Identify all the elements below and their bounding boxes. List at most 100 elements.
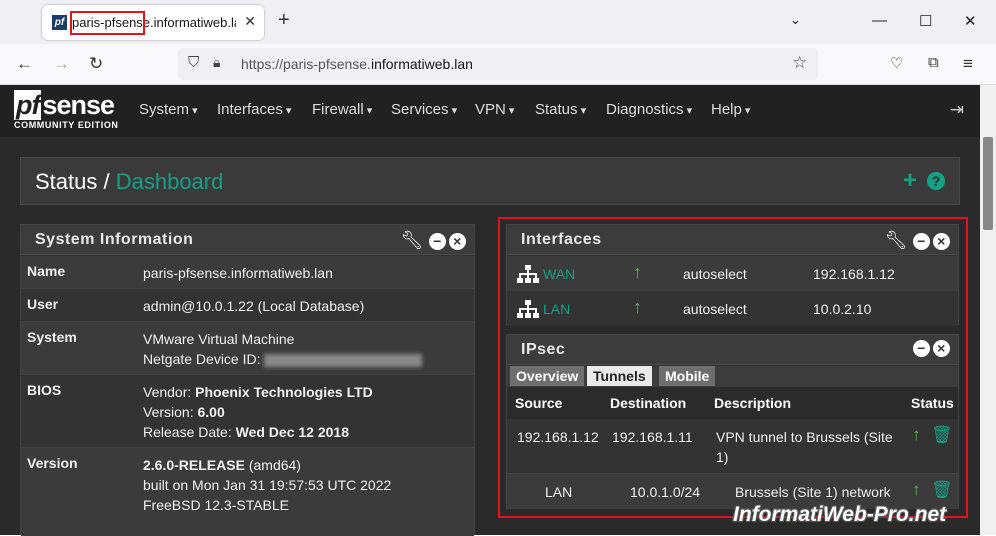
tab-mobile[interactable]: Mobile	[659, 366, 716, 386]
logo-sense: sense	[42, 90, 115, 120]
extensions-icon[interactable]: ⧉	[928, 54, 939, 71]
logo-pf: pf	[14, 90, 42, 120]
back-icon[interactable]: ←	[16, 54, 33, 74]
connect-icon[interactable]: ↑	[912, 480, 921, 500]
url-text[interactable]: https://paris-pfsense.informatiweb.lan	[241, 56, 473, 72]
row-value: paris-pfsense.informatiweb.lan	[143, 265, 333, 281]
dashboard-content: Status / Dashboard + ? System Informatio…	[0, 137, 980, 536]
network-icon	[517, 300, 539, 318]
minimize-panel-icon[interactable]: −	[429, 233, 446, 250]
new-tab-button[interactable]: +	[278, 9, 290, 32]
trash-icon[interactable]: 🗑︎	[931, 480, 953, 500]
tab-title-highlight	[70, 11, 145, 35]
help-icon[interactable]: ?	[927, 172, 945, 190]
menu-interfaces[interactable]: Interfaces	[217, 101, 291, 118]
lock-icon[interactable]: 🔒︎	[213, 54, 220, 71]
url-prefix: https://paris-pfsense.	[241, 56, 371, 72]
browser-tab[interactable]: pf paris-pfsense.informatiweb.lan ✕	[42, 5, 264, 40]
browser-nav-bar: ← → ↻ ⛉ 🔒︎ https://paris-pfsense.informa…	[0, 44, 996, 85]
url-domain: informatiweb.lan	[370, 56, 473, 72]
row-label: System	[27, 329, 77, 345]
reload-icon[interactable]: ↻	[89, 54, 103, 74]
interface-media: autoselect	[683, 301, 747, 317]
interface-ip: 192.168.1.12	[813, 266, 895, 282]
row-label: Version	[27, 455, 78, 471]
menu-status[interactable]: Status	[535, 101, 586, 118]
pfsense-logo[interactable]: pf sense COMMUNITY EDITION	[14, 90, 119, 130]
minimize-panel-icon[interactable]: −	[913, 340, 930, 357]
tunnel-description: VPN tunnel to Brussels (Site 1)	[716, 429, 893, 465]
network-icon	[517, 265, 539, 283]
close-window-icon[interactable]: ✕	[964, 12, 977, 30]
forward-icon[interactable]: →	[53, 54, 70, 74]
scrollbar-thumb[interactable]	[983, 137, 993, 230]
interface-row-lan: LAN ↑ autoselect 10.0.2.10	[507, 291, 958, 326]
logout-icon[interactable]: ⇥	[950, 100, 964, 120]
maximize-icon[interactable]: ☐	[919, 12, 932, 30]
tunnel-destination: 192.168.1.11	[612, 429, 693, 445]
tunnel-source: 192.168.1.12	[517, 429, 599, 445]
logo-edition: COMMUNITY EDITION	[14, 120, 119, 130]
pocket-icon[interactable]: ♡	[890, 54, 903, 72]
interface-name[interactable]: LAN	[543, 301, 570, 317]
panel-heading: System Information 🔧︎ − ×	[21, 225, 474, 255]
status-up-icon: ↑	[633, 297, 642, 317]
panel-heading: IPsec − ×	[507, 335, 958, 365]
list-tabs-icon[interactable]: ⌄	[790, 12, 801, 28]
breadcrumb: Status / Dashboard + ?	[20, 157, 960, 205]
minimize-icon[interactable]: —	[872, 12, 887, 29]
add-widget-icon[interactable]: +	[903, 167, 917, 195]
menu-services[interactable]: Services	[391, 101, 457, 118]
bookmark-star-icon[interactable]: ☆	[792, 53, 807, 73]
watermark: InformatiWeb-Pro.net	[733, 503, 947, 526]
connect-icon[interactable]: ↑	[912, 425, 921, 445]
info-row-name: Name paris-pfsense.informatiweb.lan	[21, 256, 474, 289]
tunnel-row: 192.168.1.12 192.168.1.11 VPN tunnel to …	[507, 419, 958, 474]
info-row-bios: BIOS Vendor: Phoenix Technologies LTD Ver…	[21, 375, 474, 448]
header-description: Description	[714, 395, 792, 411]
interface-row-wan: WAN ↑ autoselect 192.168.1.12	[507, 256, 958, 291]
close-tab-icon[interactable]: ✕	[244, 13, 256, 30]
row-label: User	[27, 296, 59, 312]
menu-system[interactable]: System	[139, 101, 198, 118]
url-bar[interactable]: ⛉ 🔒︎ https://paris-pfsense.informatiweb.…	[178, 48, 818, 80]
trash-icon[interactable]: 🗑︎	[931, 425, 953, 445]
header-source: Source	[515, 395, 563, 411]
menu-icon[interactable]: ≡	[963, 54, 973, 74]
wrench-icon[interactable]: 🔧︎	[401, 230, 424, 250]
close-panel-icon[interactable]: ×	[933, 340, 950, 357]
close-panel-icon[interactable]: ×	[449, 233, 466, 250]
row-value: Vendor: Phoenix Technologies LTD Version:…	[143, 384, 373, 440]
panel-title: IPsec	[521, 341, 566, 358]
panel-heading: Interfaces 🔧︎ − ×	[507, 225, 958, 255]
shield-icon[interactable]: ⛉	[188, 54, 199, 71]
ipsec-panel: IPsec − × Overview Tunnels Mobile Source …	[506, 334, 959, 509]
tab-overview[interactable]: Overview	[510, 366, 585, 386]
menu-vpn[interactable]: VPN	[475, 101, 514, 118]
pfsense-navbar: pfsense COMMUNITY EDITION System Interfa…	[0, 85, 996, 137]
panel-title: System Information	[35, 231, 194, 248]
interface-name[interactable]: WAN	[543, 266, 575, 282]
header-status: Status	[911, 395, 954, 411]
minimize-panel-icon[interactable]: −	[913, 233, 930, 250]
menu-diagnostics[interactable]: Diagnostics	[606, 101, 692, 118]
row-value: 2.6.0-RELEASE (amd64) built on Mon Jan 31…	[143, 457, 392, 513]
info-row-version: Version 2.6.0-RELEASE (amd64) built on Mo…	[21, 448, 474, 536]
row-label: Name	[27, 263, 66, 279]
redacted-device-id	[264, 353, 423, 367]
interfaces-panel: Interfaces 🔧︎ − × WAN ↑ autoselect 192.168…	[506, 224, 959, 326]
info-row-system: System VMware Virtual Machine Netgate Dev…	[21, 322, 474, 375]
tunnels-table-header: Source Destination Description Status	[507, 387, 958, 419]
breadcrumb-page[interactable]: Dashboard	[116, 169, 224, 194]
menu-help[interactable]: Help	[711, 101, 750, 118]
status-up-icon: ↑	[633, 262, 642, 282]
row-label: BIOS	[27, 382, 62, 398]
phase2-description: Brussels (Site 1) network	[735, 484, 891, 500]
close-panel-icon[interactable]: ×	[933, 233, 950, 250]
breadcrumb-section[interactable]: Status /	[35, 169, 110, 194]
tab-tunnels[interactable]: Tunnels	[587, 366, 652, 386]
menu-firewall[interactable]: Firewall	[312, 101, 372, 118]
wrench-icon[interactable]: 🔧︎	[885, 230, 908, 250]
panel-title: Interfaces	[521, 231, 602, 248]
row-value: VMware Virtual Machine Netgate Device ID:	[143, 329, 423, 369]
